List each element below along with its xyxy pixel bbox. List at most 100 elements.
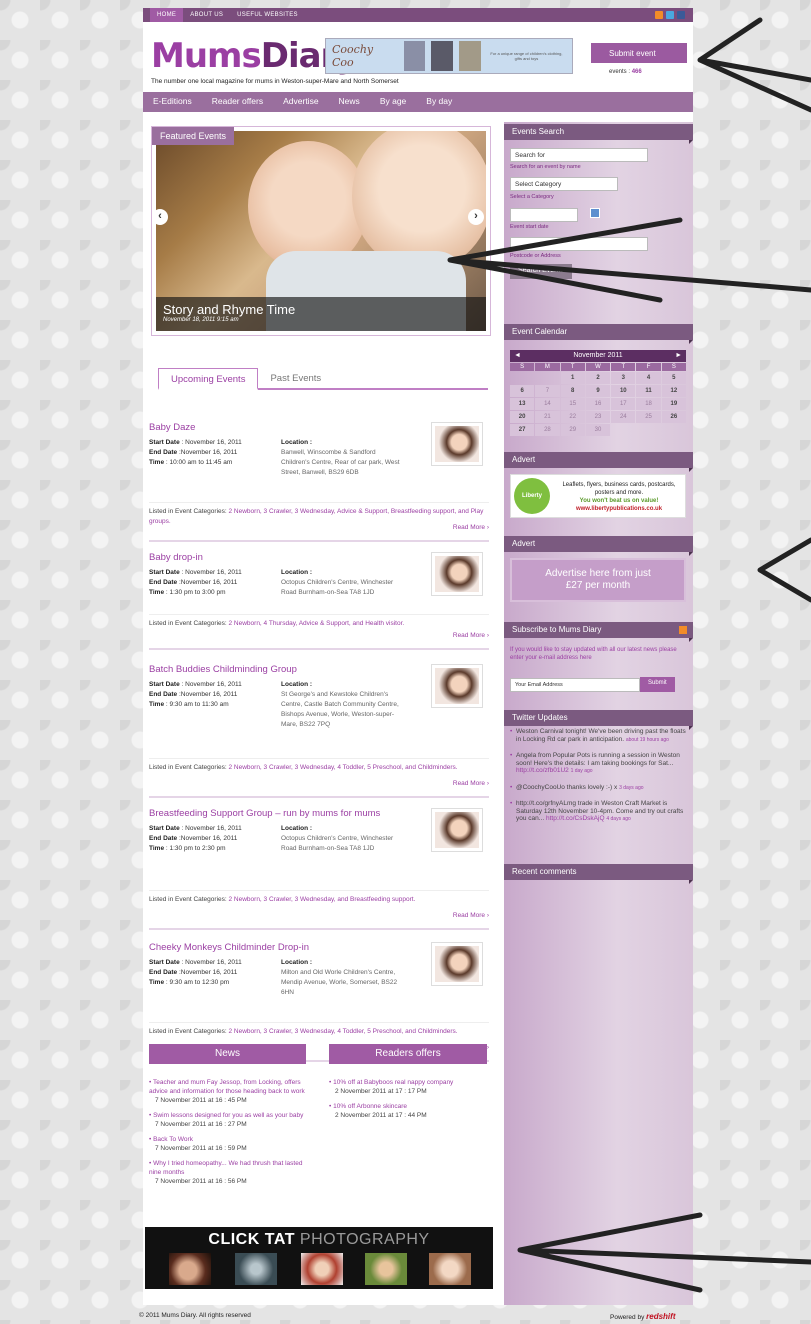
list-item-link[interactable]: 10% off Arbonne skincare (329, 1103, 407, 1110)
event-thumbnail[interactable] (431, 422, 483, 466)
social-links (655, 11, 685, 19)
search-input[interactable]: Search for (510, 148, 648, 162)
rss-icon[interactable] (679, 626, 687, 634)
calendar-day[interactable]: 8 (560, 385, 585, 397)
advertise-here-banner[interactable]: Advertise here from just £27 per month (510, 558, 686, 602)
calendar-day[interactable]: 15 (560, 398, 585, 410)
event-thumbnail[interactable] (431, 942, 483, 986)
calendar-day[interactable]: 12 (661, 385, 686, 397)
calendar-day[interactable]: 13 (510, 398, 535, 410)
click-tat-photography-banner[interactable]: CLICK TAT PHOTOGRAPHY (145, 1227, 493, 1289)
calendar-day[interactable]: 11 (636, 385, 661, 397)
list-item-link[interactable]: Why I tried homeopathy... We had thrush … (149, 1160, 302, 1176)
nav-reader-offers[interactable]: Reader offers (202, 92, 273, 112)
nav-by-age[interactable]: By age (370, 92, 416, 112)
event-title[interactable]: Batch Buddies Childminding Group (149, 664, 419, 675)
calendar-day[interactable]: 4 (636, 372, 661, 384)
calendar-day[interactable]: 16 (585, 398, 611, 410)
calendar-day[interactable]: 10 (611, 385, 636, 397)
calendar-prev-icon[interactable]: ◄ (514, 350, 521, 362)
tab-upcoming-events[interactable]: Upcoming Events (158, 368, 259, 390)
calendar-day[interactable]: 22 (560, 411, 585, 423)
event-location: Location : Banwell, Winscombe & Sandford … (281, 439, 400, 476)
read-more-link[interactable]: Read More › (453, 780, 489, 787)
calendar-day[interactable]: 28 (535, 424, 560, 436)
calendar-day[interactable]: 9 (585, 385, 611, 397)
slider-prev-arrow-icon[interactable]: ‹ (152, 209, 168, 225)
top-nav-about[interactable]: ABOUT US (183, 8, 230, 22)
list-item-link[interactable]: Back To Work (149, 1136, 193, 1143)
facebook-icon[interactable] (677, 11, 685, 19)
list-item-link[interactable]: 10% off at Babyboos real nappy company (329, 1079, 453, 1086)
readers-offers-heading[interactable]: Readers offers (329, 1044, 487, 1064)
calendar-day[interactable]: 5 (661, 372, 686, 384)
event-category-links[interactable]: 2 Newborn, 3 Crawler, 3 Wednesday, and B… (229, 896, 416, 903)
email-field[interactable]: Your Email Address (510, 678, 640, 692)
news-heading[interactable]: News (149, 1044, 306, 1064)
event-category-links[interactable]: 2 Newborn, 3 Crawler, 3 Wednesday, 4 Tod… (229, 764, 458, 771)
start-date-input[interactable] (510, 208, 578, 222)
tab-past-events[interactable]: Past Events (258, 368, 333, 388)
search-events-button[interactable]: Search Events (510, 264, 572, 279)
twitter-icon[interactable] (666, 11, 674, 19)
calendar-day[interactable]: 14 (535, 398, 560, 410)
calendar-day[interactable]: 17 (611, 398, 636, 410)
event-title[interactable]: Cheeky Monkeys Childminder Drop-in (149, 942, 419, 953)
calendar-day[interactable]: 1 (560, 372, 585, 384)
list-item-link[interactable]: Swim lessons designed for you as well as… (149, 1112, 303, 1119)
calendar-day[interactable]: 26 (661, 411, 686, 423)
photo-thumbnail (301, 1253, 343, 1285)
event-title[interactable]: Breastfeeding Support Group – run by mum… (149, 808, 419, 819)
read-more-link[interactable]: Read More › (453, 632, 489, 639)
submit-event-button[interactable]: Submit event (591, 43, 687, 63)
calendar-icon[interactable] (590, 208, 600, 218)
tweet-link[interactable]: http://t.co/zfb01U2 (516, 767, 569, 774)
calendar-day[interactable]: 30 (585, 424, 611, 436)
top-nav-websites[interactable]: USEFUL WEBSITES (230, 8, 305, 22)
event-thumbnail[interactable] (431, 808, 483, 852)
calendar-day[interactable]: 29 (560, 424, 585, 436)
redshift-link[interactable]: redshift (646, 1312, 675, 1321)
nav-by-day[interactable]: By day (416, 92, 462, 112)
calendar-next-icon[interactable]: ► (675, 350, 682, 362)
featured-title[interactable]: Story and Rhyme Time (163, 302, 479, 317)
slider-next-arrow-icon[interactable]: › (468, 209, 484, 225)
rss-icon[interactable] (655, 11, 663, 19)
nav-advertise[interactable]: Advertise (273, 92, 328, 112)
calendar-day[interactable]: 23 (585, 411, 611, 423)
events-search-heading: Events Search (504, 124, 693, 144)
calendar-day[interactable]: 6 (510, 385, 535, 397)
read-more-link[interactable]: Read More › (453, 524, 489, 531)
calendar-day[interactable]: 27 (510, 424, 535, 436)
event-title[interactable]: Baby Daze (149, 422, 419, 433)
list-item-link[interactable]: Teacher and mum Fay Jessop, from Locking… (149, 1079, 305, 1095)
calendar-day[interactable]: 2 (585, 372, 611, 384)
calendar-day[interactable]: 19 (661, 398, 686, 410)
nav-news[interactable]: News (329, 92, 370, 112)
calendar-day[interactable]: 21 (535, 411, 560, 423)
event-thumbnail[interactable] (431, 552, 483, 596)
top-nav-home[interactable]: HOME (150, 8, 184, 22)
subscribe-submit-button[interactable]: Submit (640, 677, 675, 692)
calendar-day[interactable]: 18 (636, 398, 661, 410)
calendar-day[interactable]: 20 (510, 411, 535, 423)
event-thumbnail[interactable] (431, 664, 483, 708)
header-banner-ad[interactable]: Coochy Coo For a unique range of childre… (325, 38, 573, 74)
read-more-link[interactable]: Read More › (453, 912, 489, 919)
event-title[interactable]: Baby drop-in (149, 552, 419, 563)
featured-image[interactable]: Story and Rhyme Time November 18, 2011 9… (156, 131, 486, 331)
featured-caption[interactable]: Story and Rhyme Time November 18, 2011 9… (156, 297, 486, 331)
liberty-advert[interactable]: Liberty Leaflets, flyers, business cards… (510, 474, 686, 518)
list-item-date: 7 November 2011 at 16 : 27 PM (155, 1121, 247, 1128)
calendar-day[interactable]: 24 (611, 411, 636, 423)
calendar-day[interactable]: 7 (535, 385, 560, 397)
calendar-day[interactable]: 25 (636, 411, 661, 423)
postcode-input[interactable] (510, 237, 648, 251)
category-select[interactable]: Select Category (510, 177, 618, 191)
calendar-day[interactable]: 3 (611, 372, 636, 384)
event-category-links[interactable]: 2 Newborn, 3 Crawler, 3 Wednesday, 4 Tod… (229, 1028, 458, 1035)
event-category-links[interactable]: 2 Newborn, 4 Thursday, Advice & Support,… (229, 620, 405, 627)
tweet-link[interactable]: http://t.co/CsDskAjQ (546, 815, 605, 822)
event-categories: Listed in Event Categories: 2 Newborn, 3… (149, 1022, 489, 1037)
nav-e-editions[interactable]: E-Editions (143, 92, 202, 112)
